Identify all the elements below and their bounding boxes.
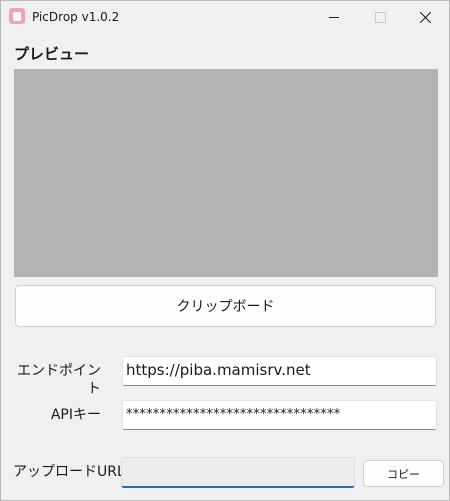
apikey-input[interactable]: ******************************** — [122, 400, 437, 430]
apikey-label: APIキー — [50, 407, 101, 423]
endpoint-label: エンドポイント — [17, 363, 101, 397]
minimize-button[interactable] — [311, 1, 357, 33]
window-title: PicDrop v1.0.2 — [32, 10, 120, 24]
app-window: PicDrop v1.0.2 プレビュー クリップボード エンドポイント htt… — [0, 0, 450, 501]
clipboard-button[interactable]: クリップボード — [15, 285, 436, 327]
preview-image-area — [14, 69, 438, 277]
picdrop-app-icon — [9, 8, 25, 24]
upload-url-label: アップロードURL — [13, 464, 125, 480]
preview-heading: プレビュー — [14, 45, 90, 63]
maximize-button[interactable] — [357, 1, 403, 33]
upload-url-field[interactable] — [121, 457, 355, 488]
close-button[interactable] — [403, 1, 449, 33]
minimize-icon — [329, 16, 339, 18]
endpoint-input[interactable]: https://piba.mamisrv.net — [122, 356, 437, 386]
close-icon — [420, 11, 432, 23]
maximize-icon — [374, 11, 386, 23]
title-bar[interactable]: PicDrop v1.0.2 — [1, 1, 449, 33]
copy-button[interactable]: コピー — [363, 460, 444, 487]
